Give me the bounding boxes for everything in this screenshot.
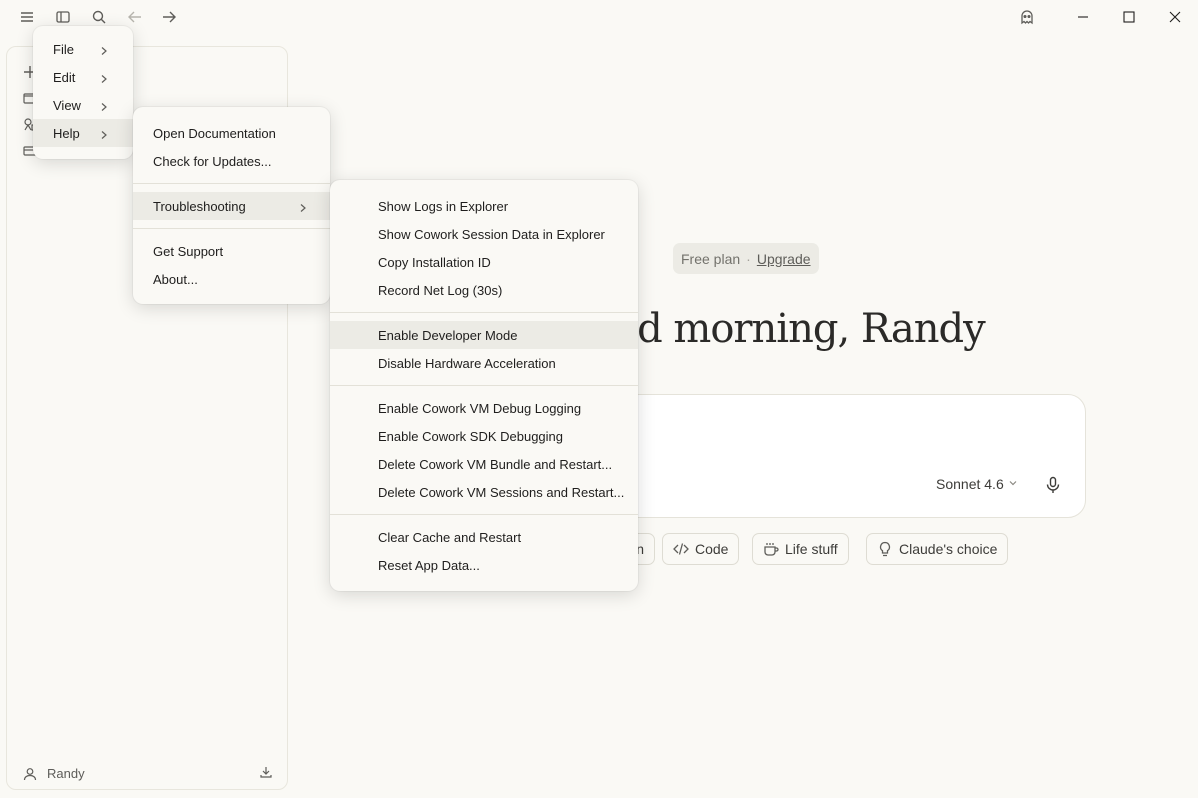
- user-profile[interactable]: Randy: [23, 766, 85, 781]
- menu-separator: [330, 385, 638, 386]
- model-label: Sonnet 4.6: [936, 476, 1004, 492]
- app-menu: File Edit View Help: [33, 26, 133, 159]
- menu-item-enable-cowork-vm-debug-logging[interactable]: Enable Cowork VM Debug Logging: [330, 394, 638, 422]
- troubleshooting-submenu: Show Logs in Explorer Show Cowork Sessio…: [330, 180, 638, 591]
- search-icon[interactable]: [88, 6, 110, 28]
- menu-item-label: Check for Updates...: [153, 153, 272, 169]
- menu-item-check-for-updates[interactable]: Check for Updates...: [133, 147, 330, 175]
- back-arrow-icon[interactable]: [124, 6, 146, 28]
- menu-item-show-logs[interactable]: Show Logs in Explorer: [330, 192, 638, 220]
- menu-item-enable-developer-mode[interactable]: Enable Developer Mode: [330, 321, 638, 349]
- menu-item-enable-cowork-sdk-debugging[interactable]: Enable Cowork SDK Debugging: [330, 422, 638, 450]
- menu-item-label: About...: [153, 271, 198, 287]
- help-submenu: Open Documentation Check for Updates... …: [133, 107, 330, 304]
- menu-separator: [133, 228, 330, 229]
- hamburger-menu-icon[interactable]: [16, 6, 38, 28]
- menu-item-label: Enable Cowork SDK Debugging: [378, 428, 563, 444]
- menu-item-label: Troubleshooting: [153, 198, 246, 214]
- chevron-right-icon: [99, 100, 109, 111]
- menu-item-label: View: [53, 97, 81, 113]
- chip-claudes-choice[interactable]: Claude's choice: [866, 533, 1009, 565]
- chip-label: Life stuff: [785, 541, 838, 557]
- microphone-icon[interactable]: [1044, 476, 1064, 496]
- menu-item-open-documentation[interactable]: Open Documentation: [133, 119, 330, 147]
- user-name: Randy: [47, 766, 85, 781]
- greeting-heading: od morning, Randy: [614, 306, 986, 352]
- user-icon: [23, 767, 37, 780]
- download-icon[interactable]: [259, 765, 275, 781]
- menu-item-clear-cache-and-restart[interactable]: Clear Cache and Restart: [330, 523, 638, 551]
- sidebar-toggle-icon[interactable]: [52, 6, 74, 28]
- menu-item-label: Record Net Log (30s): [378, 282, 503, 298]
- upgrade-link[interactable]: Upgrade: [757, 251, 811, 267]
- menu-item-delete-cowork-vm-bundle[interactable]: Delete Cowork VM Bundle and Restart...: [330, 450, 638, 478]
- chevron-down-icon: [1008, 478, 1018, 491]
- menu-item-file[interactable]: File: [33, 35, 133, 63]
- menu-separator: [330, 514, 638, 515]
- menu-separator: [330, 312, 638, 313]
- menu-item-show-cowork-session-data[interactable]: Show Cowork Session Data in Explorer: [330, 220, 638, 248]
- menu-item-about[interactable]: About...: [133, 265, 330, 293]
- plan-label: Free plan: [681, 250, 741, 267]
- menu-item-label: Open Documentation: [153, 125, 276, 141]
- forward-arrow-icon[interactable]: [158, 6, 180, 28]
- chevron-right-icon: [99, 44, 109, 55]
- menu-item-view[interactable]: View: [33, 91, 133, 119]
- menu-item-label: Clear Cache and Restart: [378, 529, 522, 545]
- menu-item-disable-hardware-acceleration[interactable]: Disable Hardware Acceleration: [330, 349, 638, 377]
- plan-separator: ·: [746, 250, 751, 267]
- menu-item-label: Show Cowork Session Data in Explorer: [378, 226, 605, 242]
- chevron-right-icon: [298, 201, 308, 212]
- maximize-button[interactable]: [1109, 3, 1149, 31]
- title-bar: [0, 0, 1198, 34]
- prompt-composer[interactable]: [600, 394, 1086, 518]
- chevron-right-icon: [99, 72, 109, 83]
- menu-item-label: File: [53, 41, 74, 57]
- menu-item-label: Enable Cowork VM Debug Logging: [378, 400, 582, 416]
- menu-item-label: Enable Developer Mode: [378, 327, 518, 343]
- menu-item-troubleshooting[interactable]: Troubleshooting: [133, 192, 330, 220]
- menu-item-label: Show Logs in Explorer: [378, 198, 509, 214]
- close-button[interactable]: [1155, 3, 1195, 31]
- menu-item-label: Disable Hardware Acceleration: [378, 355, 556, 371]
- menu-item-record-net-log[interactable]: Record Net Log (30s): [330, 276, 638, 304]
- menu-item-help[interactable]: Help: [33, 119, 133, 147]
- menu-item-copy-installation-id[interactable]: Copy Installation ID: [330, 248, 638, 276]
- menu-item-get-support[interactable]: Get Support: [133, 237, 330, 265]
- menu-separator: [133, 183, 330, 184]
- menu-item-reset-app-data[interactable]: Reset App Data...: [330, 551, 638, 579]
- chip-code[interactable]: Code: [662, 533, 740, 565]
- menu-item-label: Help: [53, 125, 80, 141]
- ghost-incognito-icon[interactable]: [1016, 6, 1038, 28]
- menu-item-label: Delete Cowork VM Sessions and Restart...: [378, 484, 625, 500]
- plan-badge: Free plan · Upgrade: [673, 243, 819, 274]
- code-icon: [673, 543, 689, 555]
- chip-label: Code: [695, 541, 729, 557]
- menu-item-label: Get Support: [153, 243, 224, 259]
- coffee-icon: [764, 543, 779, 556]
- chip-life-stuff[interactable]: Life stuff: [752, 533, 849, 565]
- lightbulb-icon: [879, 541, 891, 557]
- menu-item-label: Edit: [53, 69, 76, 85]
- menu-item-label: Delete Cowork VM Bundle and Restart...: [378, 456, 613, 472]
- chip-label: Claude's choice: [899, 541, 998, 557]
- menu-item-label: Copy Installation ID: [378, 254, 491, 270]
- model-selector[interactable]: Sonnet 4.6: [936, 476, 1018, 492]
- minimize-button[interactable]: [1063, 3, 1103, 31]
- menu-item-edit[interactable]: Edit: [33, 63, 133, 91]
- chevron-right-icon: [99, 128, 109, 139]
- menu-item-delete-cowork-vm-sessions[interactable]: Delete Cowork VM Sessions and Restart...: [330, 478, 638, 506]
- menu-item-label: Reset App Data...: [378, 557, 480, 573]
